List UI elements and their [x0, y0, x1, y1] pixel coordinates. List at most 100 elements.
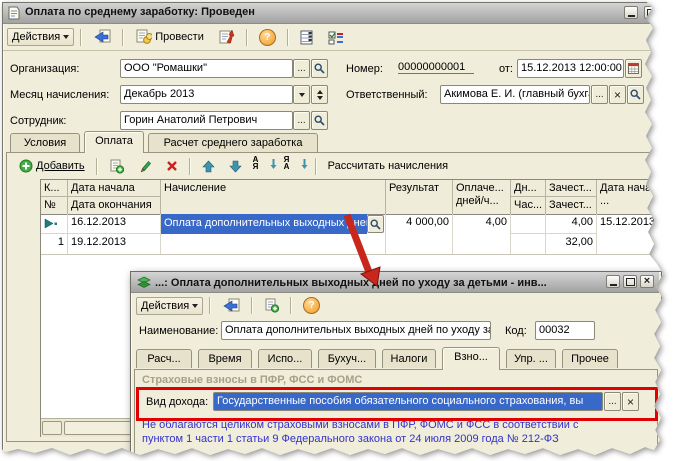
income-type-input[interactable]: Государственные пособия обязательного со…: [213, 392, 603, 411]
responsible-open-button[interactable]: [627, 85, 644, 104]
col-header-date-end[interactable]: Дата окончания: [68, 197, 161, 214]
dialog-tab-time[interactable]: Время: [198, 349, 252, 368]
income-clear-button[interactable]: ×: [622, 392, 639, 411]
delete-row-button[interactable]: [161, 157, 183, 175]
col-header-days[interactable]: Дн...: [511, 180, 546, 197]
move-down-button[interactable]: [224, 157, 247, 176]
col-header-offset-days[interactable]: Зачест...: [546, 180, 597, 197]
days-cell[interactable]: [511, 214, 546, 234]
dialog-tab-taxes[interactable]: Налоги: [382, 349, 436, 368]
copy-row-button[interactable]: [104, 156, 129, 177]
edit-row-button[interactable]: [133, 156, 157, 176]
toolbar-separator: [290, 297, 293, 314]
sort-descending-button[interactable]: Я А: [282, 155, 309, 177]
doc-date-input[interactable]: 15.12.2013 12:00:00: [517, 59, 624, 78]
help-button[interactable]: ?: [254, 26, 281, 49]
dialog-minimize-button[interactable]: [606, 275, 620, 288]
accrual-open-button[interactable]: [367, 215, 384, 233]
tab-conditions[interactable]: Условия: [10, 133, 80, 152]
result-cell[interactable]: 4 000,00: [386, 214, 453, 254]
dialog-tab-contributions[interactable]: Взно...: [442, 347, 500, 370]
actions-label: Действия: [12, 31, 61, 43]
col-header-num[interactable]: №: [41, 197, 68, 214]
sort-ascending-button[interactable]: А Я: [251, 155, 278, 177]
dialog-copy-button[interactable]: [259, 295, 284, 316]
dialog-maximize-button[interactable]: [623, 275, 637, 288]
post-close-button[interactable]: [213, 26, 240, 48]
accrual-cell-selected-text[interactable]: Оплата дополнительных выходных дней: [161, 214, 367, 234]
month-input[interactable]: Декабрь 2013: [120, 85, 293, 104]
code-input[interactable]: 00032: [535, 321, 595, 340]
responsible-choose-button[interactable]: ...: [591, 85, 608, 104]
col-header-accrual[interactable]: Начисление: [161, 180, 386, 214]
tab-payment[interactable]: Оплата: [84, 131, 144, 153]
col-header-offset-hours[interactable]: Зачест...: [546, 197, 597, 214]
calendar-button[interactable]: [625, 59, 642, 78]
write-button[interactable]: [88, 26, 116, 48]
col-header-date-start[interactable]: Дата начала: [68, 180, 161, 197]
arrow-down-icon: [228, 160, 242, 172]
income-choose-button[interactable]: ...: [604, 392, 621, 411]
sort-arrow-icon: [270, 159, 277, 169]
toolbar-separator: [188, 157, 191, 175]
maximize-button[interactable]: [644, 6, 658, 19]
tab-average-earnings[interactable]: Расчет среднего заработка: [148, 133, 318, 152]
add-row-button[interactable]: Добавить: [14, 156, 90, 176]
col-header-date-start2[interactable]: Дата начала ...: [597, 180, 663, 214]
org-choose-button[interactable]: ...: [293, 59, 310, 78]
col-header-paid-days[interactable]: Оплаче... дней/ч...: [453, 180, 511, 214]
month-spinner[interactable]: [311, 85, 328, 104]
move-up-button[interactable]: [197, 157, 220, 176]
number-value[interactable]: 00000000001: [398, 61, 474, 74]
dialog-close-button[interactable]: ×: [640, 275, 654, 288]
toolbar-separator: [251, 297, 254, 314]
note-line-2: пунктом 1 части 1 статьи 9 Федерального …: [142, 433, 559, 445]
date-start2-cell[interactable]: 15.12.2013: [597, 214, 663, 254]
dialog-tab-accounting[interactable]: Бухуч...: [318, 349, 376, 368]
dialog-actions-button[interactable]: Действия: [136, 296, 204, 315]
employee-input[interactable]: Горин Анатолий Петрович: [120, 111, 293, 130]
col-header-result[interactable]: Результат: [386, 180, 453, 214]
accrual-cell[interactable]: Оплата дополнительных выходных дней: [161, 214, 386, 254]
post-button[interactable]: Провести: [130, 26, 209, 48]
copy-row-icon: [110, 159, 124, 174]
actions-button[interactable]: Действия: [7, 28, 75, 46]
col-header-hours[interactable]: Час...: [511, 197, 546, 214]
minimize-button[interactable]: [624, 6, 638, 19]
copy-icon: [265, 298, 280, 313]
month-dropdown-button[interactable]: [293, 85, 310, 104]
dialog-tab-management[interactable]: Упр. ...: [506, 349, 556, 368]
dialog-title: ...: Оплата дополнительных выходных дней…: [155, 277, 547, 289]
responsible-clear-button[interactable]: ×: [609, 85, 626, 104]
employee-open-button[interactable]: [311, 111, 328, 130]
paid-days-cell[interactable]: 4,00: [453, 214, 511, 254]
dialog-tab-other[interactable]: Прочее: [562, 349, 618, 368]
dialog-help-button[interactable]: ?: [298, 294, 325, 317]
employee-choose-button[interactable]: ...: [293, 111, 310, 130]
help-icon: ?: [258, 28, 276, 46]
add-row-label: Добавить: [36, 160, 85, 172]
scrollbar-button[interactable]: [42, 421, 62, 435]
current-row-marker-cell: [41, 214, 68, 234]
column-settings-button[interactable]: [323, 27, 349, 48]
hours-cell[interactable]: [511, 234, 546, 254]
col-header-k[interactable]: К...: [41, 180, 68, 197]
date-start-cell[interactable]: 16.12.2013: [68, 214, 161, 234]
dialog-tab-calculation[interactable]: Расч...: [136, 349, 192, 368]
offset-days-cell[interactable]: 4,00: [546, 214, 597, 234]
org-input[interactable]: ООО "Ромашки": [120, 59, 293, 78]
toolbar-separator: [314, 157, 317, 175]
chevron-down-icon: [298, 92, 305, 97]
dialog-write-button[interactable]: [217, 295, 245, 317]
responsible-input[interactable]: Акимова Е. И. (главный бухгалте: [440, 85, 590, 104]
chevron-down-icon: [192, 303, 199, 308]
sort-arrow-icon: [301, 159, 308, 169]
toolbar-separator: [80, 28, 83, 46]
calculate-accruals-button[interactable]: Рассчитать начисления: [323, 157, 454, 175]
date-end-cell[interactable]: 19.12.2013: [68, 234, 161, 254]
org-open-button[interactable]: [311, 59, 328, 78]
list-settings-button[interactable]: [295, 27, 319, 48]
offset-hours-cell[interactable]: 32,00: [546, 234, 597, 254]
dialog-tab-usage[interactable]: Испо...: [258, 349, 312, 368]
name-input[interactable]: Оплата дополнительных выходных дней по у…: [221, 321, 491, 340]
